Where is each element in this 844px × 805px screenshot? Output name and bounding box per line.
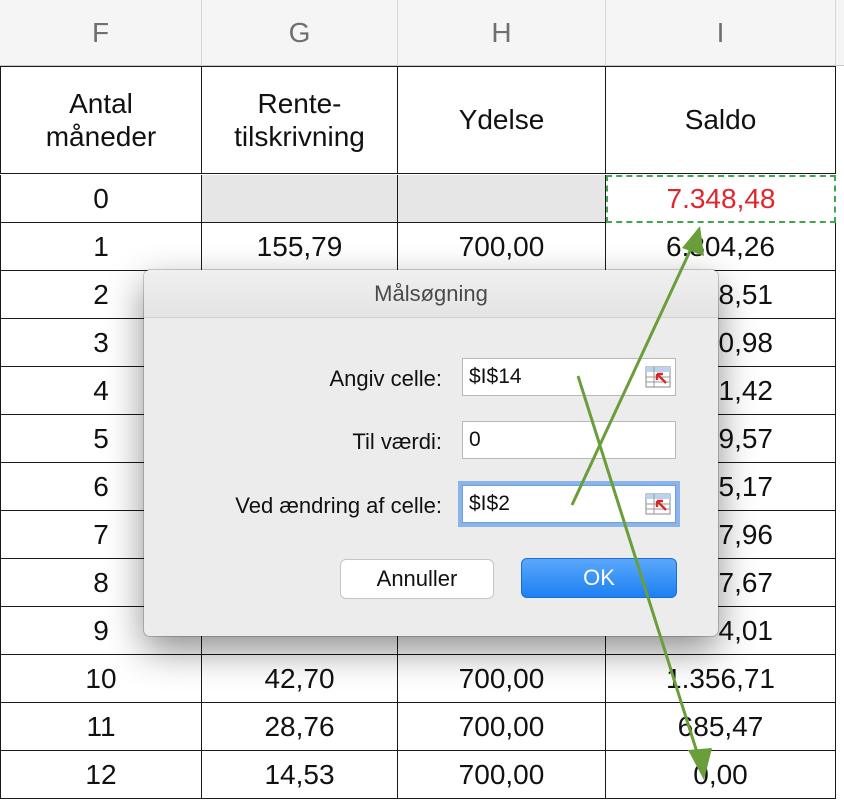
cell-row1-interest[interactable]: 155,79 xyxy=(202,223,398,271)
header-rentetilskrivning[interactable]: Rente- tilskrivning xyxy=(202,66,398,174)
column-header-g[interactable]: G xyxy=(202,0,398,66)
changing-cell-label: Ved ændring af celle: xyxy=(235,493,442,518)
set-cell-field[interactable]: $I$14 xyxy=(462,358,676,396)
header-saldo[interactable]: Saldo xyxy=(606,66,836,174)
cell-row1-balance[interactable]: 6.804,26 xyxy=(606,223,836,271)
cell-row11-balance[interactable]: 685,47 xyxy=(606,703,836,751)
cancel-button[interactable]: Annuller xyxy=(340,559,494,599)
cell-row11-months[interactable]: 11 xyxy=(0,703,202,751)
changing-cell-field[interactable]: $I$2 xyxy=(462,485,676,523)
header-antal-maaneder[interactable]: Antal måneder xyxy=(0,66,202,174)
header-ydelse[interactable]: Ydelse xyxy=(398,66,606,174)
goal-seek-dialog: Målsøgning Angiv celle: $I$14 Til værdi:… xyxy=(144,270,718,636)
range-selector-icon[interactable] xyxy=(645,365,671,389)
cell-row1-payment[interactable]: 700,00 xyxy=(398,223,606,271)
cell-row12-months[interactable]: 12 xyxy=(0,751,202,799)
cell-row0-months[interactable]: 0 xyxy=(0,175,202,223)
cell-row10-months[interactable]: 10 xyxy=(0,655,202,703)
header-rente-line1: Rente- xyxy=(257,87,342,119)
cell-row12-balance[interactable]: 0,00 xyxy=(606,751,836,799)
header-antal-line1: Antal xyxy=(69,87,133,119)
changing-cell-value: $I$2 xyxy=(469,492,510,515)
cell-row12-interest[interactable]: 14,53 xyxy=(202,751,398,799)
ok-button[interactable]: OK xyxy=(521,558,677,598)
set-cell-label: Angiv celle: xyxy=(329,366,442,391)
header-rente-line2: tilskrivning xyxy=(234,121,365,152)
cell-row1-months[interactable]: 1 xyxy=(0,223,202,271)
column-header-f[interactable]: F xyxy=(0,0,202,66)
range-selector-icon[interactable] xyxy=(645,492,671,516)
cell-row11-payment[interactable]: 700,00 xyxy=(398,703,606,751)
cell-row0-balance[interactable]: 7.348,48 xyxy=(606,175,836,223)
column-header-h[interactable]: H xyxy=(398,0,606,66)
column-header-i[interactable]: I xyxy=(606,0,836,66)
header-antal-line2: måneder xyxy=(45,121,157,152)
column-header-empty xyxy=(836,0,844,66)
to-value-value: 0 xyxy=(469,428,481,451)
cell-row10-interest[interactable]: 42,70 xyxy=(202,655,398,703)
to-value-field[interactable]: 0 xyxy=(462,421,676,459)
cell-row12-payment[interactable]: 700,00 xyxy=(398,751,606,799)
cell-row10-payment[interactable]: 700,00 xyxy=(398,655,606,703)
cell-row10-balance[interactable]: 1.356,71 xyxy=(606,655,836,703)
cell-row11-interest[interactable]: 28,76 xyxy=(202,703,398,751)
set-cell-value: $I$14 xyxy=(469,365,522,388)
cell-row0-payment[interactable] xyxy=(398,175,606,223)
dialog-title: Målsøgning xyxy=(144,270,718,318)
cell-row0-interest[interactable] xyxy=(202,175,398,223)
to-value-label: Til værdi: xyxy=(352,429,442,454)
